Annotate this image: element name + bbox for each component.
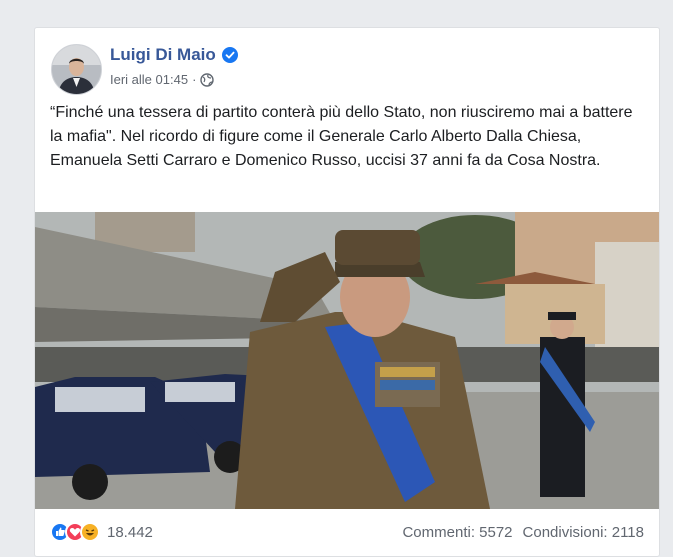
post-timestamp[interactable]: Ieri alle 01:45 xyxy=(110,72,188,87)
globe-icon[interactable] xyxy=(200,72,215,87)
shares-count[interactable]: Condivisioni: 2118 xyxy=(523,524,644,541)
verified-badge-icon xyxy=(221,47,238,63)
post-photo[interactable] xyxy=(35,212,659,509)
haha-icon xyxy=(80,522,100,542)
post-stats: Commenti: 5572 Condivisioni: 2118 xyxy=(402,524,644,541)
reactions-summary[interactable]: 18.442 xyxy=(50,522,153,542)
post-author[interactable]: Luigi Di Maio xyxy=(110,45,238,65)
meta-separator: · xyxy=(192,72,197,87)
post-card: Luigi Di Maio Ieri alle 01:45 · “Finché … xyxy=(34,27,660,557)
reaction-count[interactable]: 18.442 xyxy=(107,524,153,541)
post-footer: 18.442 Commenti: 5572 Condivisioni: 2118 xyxy=(35,510,659,556)
post-meta: Ieri alle 01:45 · xyxy=(110,72,215,87)
post-text: “Finché una tessera di partito conterà p… xyxy=(50,104,633,169)
comments-count[interactable]: Commenti: 5572 xyxy=(402,524,512,541)
author-avatar[interactable] xyxy=(51,44,102,95)
author-name[interactable]: Luigi Di Maio xyxy=(110,45,216,65)
